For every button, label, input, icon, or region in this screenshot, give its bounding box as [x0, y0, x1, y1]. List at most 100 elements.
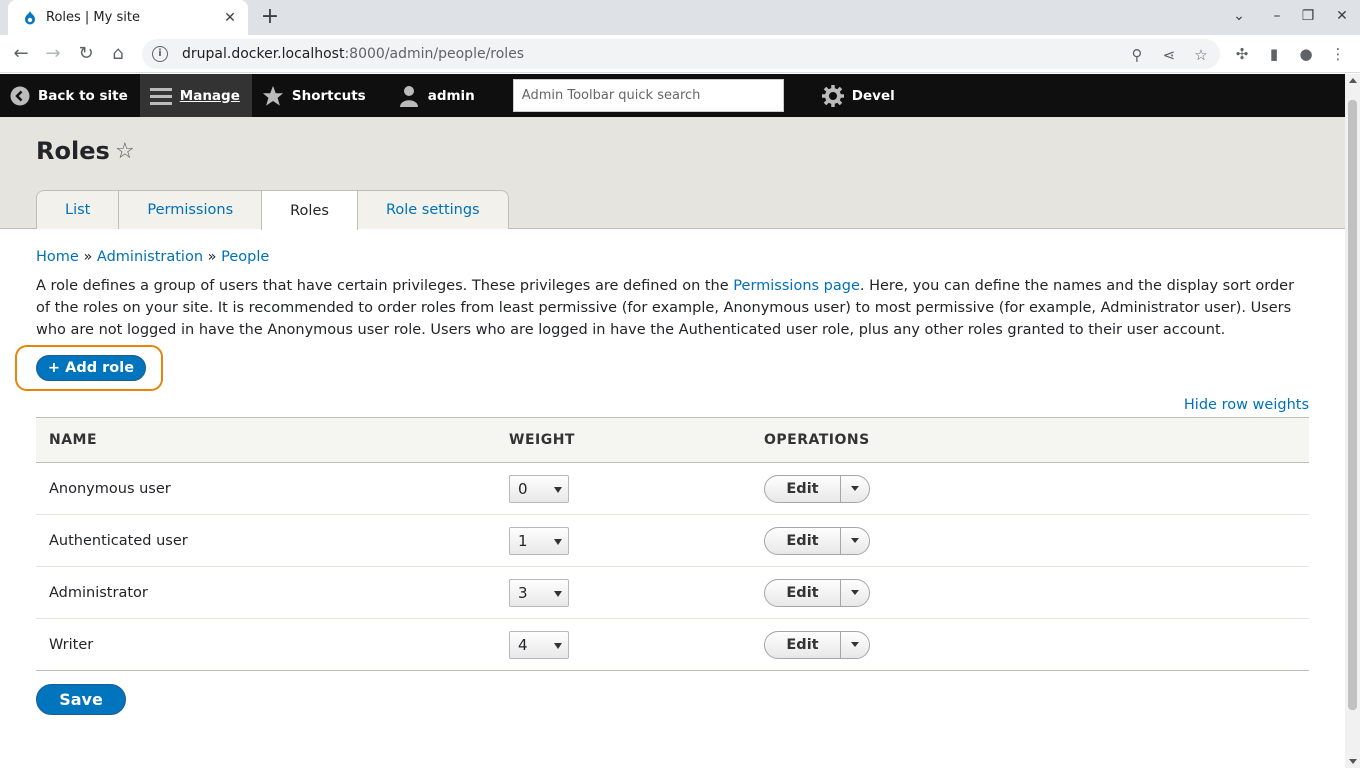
share-icon[interactable]: ⋖	[1160, 46, 1178, 64]
tab-role-settings[interactable]: Role settings	[356, 190, 509, 229]
gear-icon	[821, 84, 844, 107]
restore-icon[interactable]: ❐	[1298, 8, 1318, 24]
tab-list[interactable]: List	[36, 190, 120, 229]
select-arrow-icon	[554, 486, 562, 493]
bookmark-star-icon[interactable]: ☆	[1192, 46, 1210, 64]
url-text: drupal.docker.localhost:8000/admin/peopl…	[182, 46, 525, 62]
role-name: Anonymous user	[36, 462, 496, 515]
back-to-site-label: Back to site	[38, 87, 128, 104]
home-icon[interactable]: ⌂	[107, 43, 129, 65]
column-header-weight: WEIGHT	[496, 417, 751, 463]
dropdown-toggle[interactable]	[841, 476, 869, 502]
chevron-down-icon	[851, 486, 859, 491]
user-icon	[399, 85, 418, 107]
operations-dropbutton: Edit	[764, 630, 870, 659]
column-header-name: NAME	[36, 417, 496, 463]
admin-quick-search-input[interactable]: Admin Toolbar quick search	[512, 79, 784, 112]
roles-description: A role defines a group of users that hav…	[36, 275, 1309, 341]
devel-label: Devel	[851, 87, 895, 104]
scroll-up-icon[interactable]	[1349, 78, 1357, 83]
menu-kebab-icon[interactable]: ⋮	[1328, 44, 1348, 64]
side-panel-icon[interactable]: ▮	[1264, 44, 1284, 64]
site-info-icon[interactable]: i	[152, 46, 168, 62]
weight-select[interactable]: 3	[509, 578, 569, 607]
edit-button[interactable]: Edit	[765, 475, 841, 502]
roles-table: NAME WEIGHT OPERATIONS Anonymous user 0 …	[36, 417, 1309, 671]
scrollbar-thumb[interactable]	[1348, 100, 1357, 710]
breadcrumb-separator: »	[83, 249, 93, 265]
weight-select[interactable]: 1	[509, 526, 569, 555]
new-tab-icon[interactable]: +	[258, 6, 282, 30]
table-row: Administrator 3 Edit	[36, 566, 1309, 619]
operations-dropbutton: Edit	[764, 474, 870, 503]
breadcrumb-separator: »	[207, 249, 217, 265]
forward-arrow-icon[interactable]: →	[42, 43, 64, 65]
tab-title: Roles | My site	[46, 10, 140, 25]
shortcut-star-icon[interactable]: ☆	[115, 139, 135, 164]
weight-select[interactable]: 0	[509, 474, 569, 503]
breadcrumb-administration[interactable]: Administration	[97, 249, 203, 265]
reload-icon[interactable]: ↻	[75, 43, 97, 65]
extensions-icon[interactable]: ✣	[1232, 44, 1252, 64]
user-label: admin	[427, 87, 475, 104]
column-header-operations: OPERATIONS	[751, 417, 1309, 463]
tab-roles[interactable]: Roles	[261, 190, 358, 230]
browser-toolbar: ← → ↻ ⌂ i drupal.docker.localhost:8000/a…	[0, 35, 1360, 73]
tab-permissions[interactable]: Permissions	[118, 190, 263, 229]
user-tab[interactable]: admin	[378, 74, 487, 117]
back-arrow-icon[interactable]: ←	[10, 43, 32, 65]
zoom-icon[interactable]: ⚲	[1128, 46, 1146, 64]
manage-tab[interactable]: Manage	[139, 74, 252, 117]
close-icon[interactable]: ✕	[222, 10, 238, 26]
chevron-down-icon	[851, 538, 859, 543]
permissions-page-link[interactable]: Permissions page	[733, 278, 860, 294]
primary-tabs: List Permissions Roles Role settings	[36, 190, 509, 230]
role-name: Writer	[36, 618, 496, 671]
tab-search-icon[interactable]: ⌄	[1229, 8, 1249, 24]
table-row: Anonymous user 0 Edit	[36, 462, 1309, 515]
breadcrumb-people[interactable]: People	[221, 249, 269, 265]
page-scrollbar[interactable]	[1345, 74, 1360, 768]
edit-button[interactable]: Edit	[765, 631, 841, 658]
manage-label: Manage	[179, 87, 240, 104]
page-title: Roles	[36, 137, 110, 165]
select-arrow-icon	[554, 538, 562, 545]
chevron-left-circle-icon	[10, 86, 30, 105]
weight-select[interactable]: 4	[509, 630, 569, 659]
table-row: Authenticated user 1 Edit	[36, 514, 1309, 567]
shortcuts-label: Shortcuts	[291, 87, 366, 104]
drupal-favicon-icon	[25, 10, 35, 24]
select-arrow-icon	[554, 590, 562, 597]
role-name: Administrator	[36, 566, 496, 619]
role-name: Authenticated user	[36, 514, 496, 567]
address-bar[interactable]: i drupal.docker.localhost:8000/admin/peo…	[142, 39, 1220, 69]
description-text: A role defines a group of users that hav…	[36, 278, 734, 294]
select-arrow-icon	[554, 642, 562, 649]
star-icon	[262, 85, 283, 106]
add-role-button[interactable]: + Add role	[36, 355, 146, 381]
page-header: Roles ☆ List Permissions Roles Role sett…	[0, 117, 1345, 230]
operations-dropbutton: Edit	[764, 526, 870, 555]
breadcrumb-home[interactable]: Home	[36, 249, 79, 265]
back-to-site-link[interactable]: Back to site	[0, 74, 140, 117]
edit-button[interactable]: Edit	[765, 527, 841, 554]
dropdown-toggle[interactable]	[841, 528, 869, 554]
devel-tab[interactable]: Devel	[812, 74, 907, 117]
minimize-icon[interactable]: –	[1267, 8, 1287, 24]
chevron-down-icon	[851, 590, 859, 595]
operations-dropbutton: Edit	[764, 578, 870, 607]
hide-row-weights-link[interactable]: Hide row weights	[1184, 397, 1309, 413]
save-button[interactable]: Save	[36, 684, 126, 715]
browser-tab[interactable]: Roles | My site ✕	[8, 0, 248, 35]
window-close-icon[interactable]: ✕	[1332, 8, 1352, 24]
dropdown-toggle[interactable]	[841, 632, 869, 658]
browser-tabstrip: Roles | My site ✕ + ⌄ – ❐ ✕	[0, 0, 1360, 35]
hamburger-icon	[149, 87, 172, 105]
admin-toolbar: Back to site Manage Shortcuts admin Admi…	[0, 74, 1345, 117]
scroll-down-icon[interactable]	[1349, 759, 1357, 764]
dropdown-toggle[interactable]	[841, 580, 869, 606]
profile-avatar-icon[interactable]: ●	[1296, 44, 1316, 64]
edit-button[interactable]: Edit	[765, 579, 841, 606]
table-header-row: NAME WEIGHT OPERATIONS	[36, 417, 1309, 463]
shortcuts-tab[interactable]: Shortcuts	[252, 74, 378, 117]
